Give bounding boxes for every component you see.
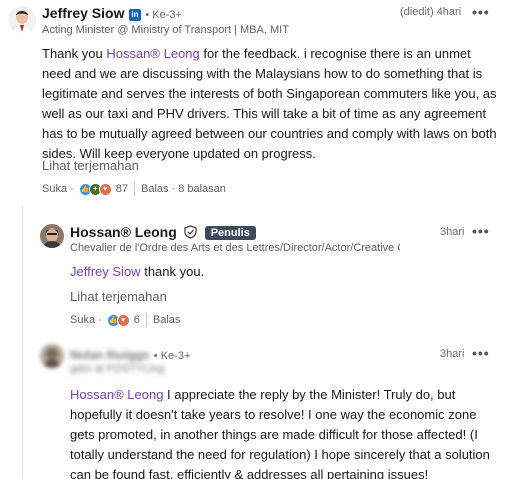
author-badge: Penulis xyxy=(204,226,256,240)
see-translation-link[interactable]: Lihat terjemahan xyxy=(70,289,167,304)
author-headline: gdm at FOSTYLing xyxy=(70,363,165,375)
replies-count[interactable]: 8 balasan xyxy=(178,183,226,195)
love-reaction-icon: ♥ xyxy=(116,313,130,327)
reply-text: Jeffrey Siow thank you. xyxy=(70,264,205,279)
timestamp: 3hari xyxy=(440,348,465,360)
avatar-jeffrey-siow[interactable] xyxy=(8,6,36,34)
mention-link[interactable]: Jeffrey Siow xyxy=(70,264,141,279)
thread-line xyxy=(22,206,23,479)
like-button[interactable]: Suka xyxy=(42,183,67,195)
linkedin-icon: in xyxy=(128,9,141,21)
timestamp: 3hari xyxy=(440,226,465,238)
like-button[interactable]: Suka xyxy=(70,314,95,326)
reply-author-name[interactable]: Nolan Ihuiggs xyxy=(70,348,149,362)
see-translation-link[interactable]: Lihat terjemahan xyxy=(42,158,139,173)
love-reaction-icon: ♥ xyxy=(98,182,112,196)
avatar-blurred-user[interactable] xyxy=(40,344,64,368)
author-headline: Chevalier de l'Ordre des Arts et des Let… xyxy=(70,242,400,254)
edited-label: (diedit) xyxy=(400,6,434,18)
more-options-icon[interactable]: ••• xyxy=(472,345,490,361)
comment-text: Thank you Hossan® Leong for the feedback… xyxy=(42,46,497,161)
author-headline: Acting Minister @ Ministry of Transport … xyxy=(42,24,289,36)
reactions-summary[interactable]: 👍 ♥ xyxy=(106,313,130,327)
reply-button[interactable]: Balas xyxy=(141,183,169,195)
reply-author-name[interactable]: Hossan® Leong xyxy=(70,224,177,240)
reactions-summary[interactable]: 👍 ✦ ♥ xyxy=(78,182,112,196)
divider xyxy=(134,182,135,196)
timestamp: 4hari xyxy=(436,6,462,18)
more-options-icon[interactable]: ••• xyxy=(472,4,490,20)
connection-degree: • Ke-3+ xyxy=(145,9,182,21)
reaction-count[interactable]: 87 xyxy=(116,183,128,195)
more-options-icon[interactable]: ••• xyxy=(472,223,490,239)
reply-text: Hossan® Leong I appreciate the reply by … xyxy=(70,387,490,479)
divider xyxy=(145,313,147,327)
connection-degree: • Ke-3+ xyxy=(153,350,191,362)
comment-author-name[interactable]: Jeffrey Siow xyxy=(42,5,124,21)
mention-link[interactable]: Hossan® Leong xyxy=(70,387,163,402)
avatar-hossan-leong[interactable] xyxy=(40,224,64,248)
mention-link[interactable]: Hossan® Leong xyxy=(106,46,199,61)
reply-button[interactable]: Balas xyxy=(153,314,181,326)
reaction-count[interactable]: 6 xyxy=(134,314,140,326)
